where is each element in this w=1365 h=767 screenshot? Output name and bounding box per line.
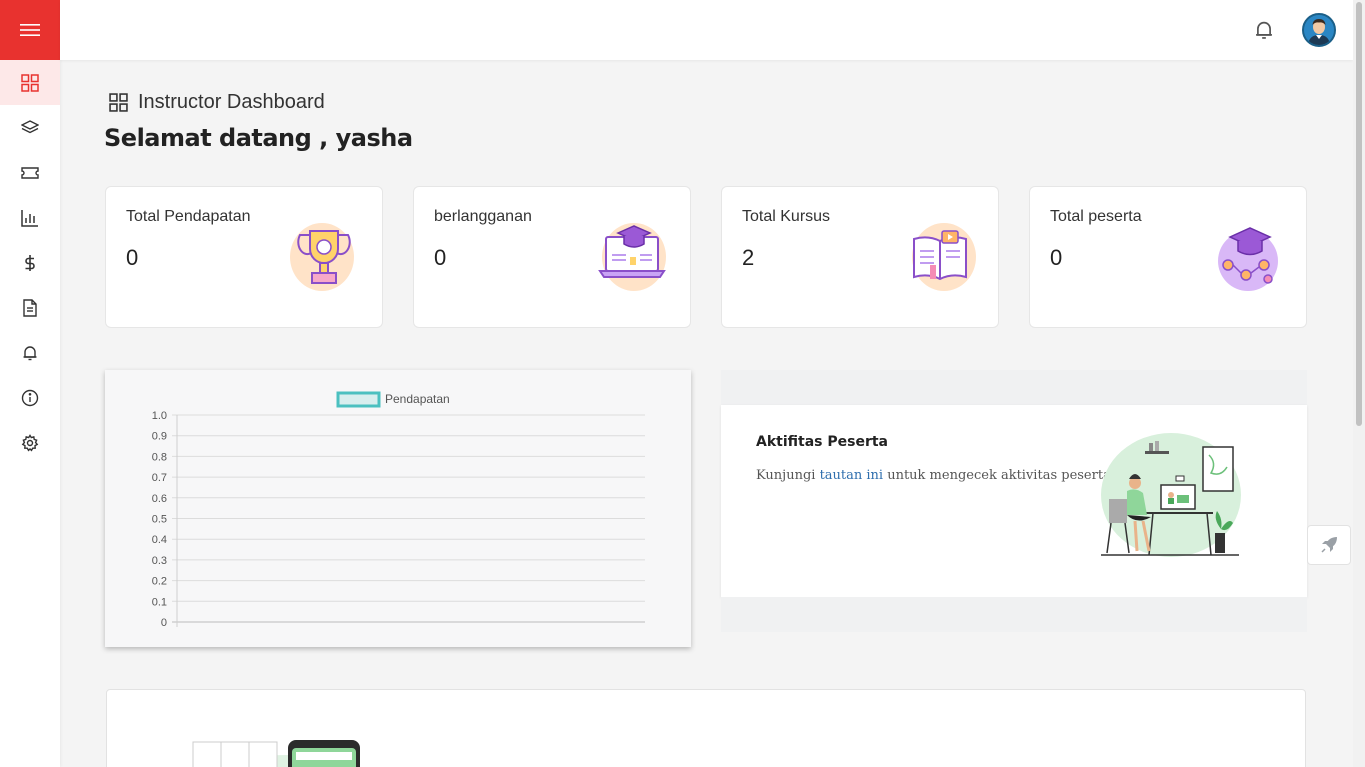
bottom-card [106,689,1306,767]
floating-rocket-button[interactable] [1307,525,1351,565]
bell-icon [23,345,37,360]
activity-footer-strip [721,597,1307,632]
bar-chart-icon [21,209,38,227]
sidebar-item-info[interactable] [0,375,60,420]
sidebar-item-courses[interactable] [0,105,60,150]
welcome-message: Selamat datang , yasha [104,124,413,152]
page-scrollbar[interactable] [1353,0,1365,767]
menu-toggle-button[interactable] [0,0,60,60]
sidebar-item-reports[interactable] [0,195,60,240]
legend-swatch [336,391,381,408]
earnings-chart: Pendapatan 1.0 0.9 0.8 0.7 0.6 0.5 0.4 0.3 0.2 0.1… [105,370,691,647]
y-tick-label: 0.7 [152,472,167,484]
layers-icon [21,119,39,133]
y-tick-label: 0.4 [152,534,167,546]
stat-card-total-kursus: Total Kursus 2 [721,186,999,328]
sidebar-item-dashboard[interactable] [0,60,60,105]
page-title: Instructor Dashboard [138,91,325,113]
y-tick-label: 0.2 [152,576,167,588]
rocket-icon [1321,537,1337,553]
stat-label: berlangganan [434,208,532,225]
dollar-icon [25,254,35,271]
graduation-network-icon [1218,227,1278,291]
sidebar-item-earnings[interactable] [0,240,60,285]
grid-icon [21,73,39,92]
sidebar-item-coupons[interactable] [0,150,60,195]
stat-card-total-pendapatan: Total Pendapatan 0 [105,186,383,328]
y-tick-label: 0.6 [152,493,167,505]
stat-label: Total Pendapatan [126,208,251,225]
top-header [60,0,1353,60]
stat-value: 0 [126,245,139,270]
activity-card: Aktifitas Peserta Kunjungi tautan ini un… [721,405,1307,597]
trophy-icon [290,223,354,291]
student-activity-illustration [1101,433,1241,557]
legend-label: Pendapatan [385,392,450,406]
activity-desc-before: Kunjungi [756,468,820,483]
stat-value: 0 [1050,245,1063,270]
y-tick-label: 1.0 [152,410,167,422]
activity-title: Aktifitas Peserta [756,434,888,450]
info-icon [21,389,39,406]
stat-card-berlangganan: berlangganan 0 [413,186,691,328]
sidebar-item-notifications[interactable] [0,330,60,375]
hamburger-icon [20,24,40,36]
laptop-graduation-icon [598,223,666,291]
open-book-icon [912,223,976,291]
activity-header-strip [721,370,1307,405]
sidebar-item-settings[interactable] [0,420,60,465]
y-tick-label: 0 [161,617,167,629]
bell-icon [1256,21,1272,39]
activity-description: Kunjungi tautan ini untuk mengecek aktiv… [756,468,1111,483]
y-tick-label: 0.3 [152,555,167,567]
y-tick-label: 0.1 [152,596,167,608]
sidebar-item-documents[interactable] [0,285,60,330]
activity-desc-after: untuk mengecek aktivitas peserta [883,468,1111,483]
y-tick-label: 0.8 [152,451,167,463]
stat-label: Total Kursus [742,208,831,225]
stat-label: Total peserta [1050,208,1142,225]
page-heading: Instructor Dashboard [109,91,325,114]
scrollbar-thumb[interactable] [1356,2,1362,426]
stat-card-total-peserta: Total peserta 0 [1029,186,1307,328]
stat-value: 2 [742,245,755,270]
chart-svg: Pendapatan 1.0 0.9 0.8 0.7 0.6 0.5 0.4 0.3 0.2 0.1… [152,391,645,629]
stat-value: 0 [434,245,447,270]
avatar-icon [1304,15,1334,45]
user-avatar[interactable] [1302,13,1336,47]
grid-icon [109,93,128,112]
ticket-icon [21,166,39,179]
gear-icon [21,433,39,452]
activity-link[interactable]: tautan ini [820,468,884,483]
notification-bell-button[interactable] [1253,19,1275,41]
file-icon [23,298,37,317]
y-tick-label: 0.5 [152,514,167,526]
bottom-card-illustration [192,740,360,767]
y-tick-label: 0.9 [152,431,167,443]
sidebar [0,0,60,767]
